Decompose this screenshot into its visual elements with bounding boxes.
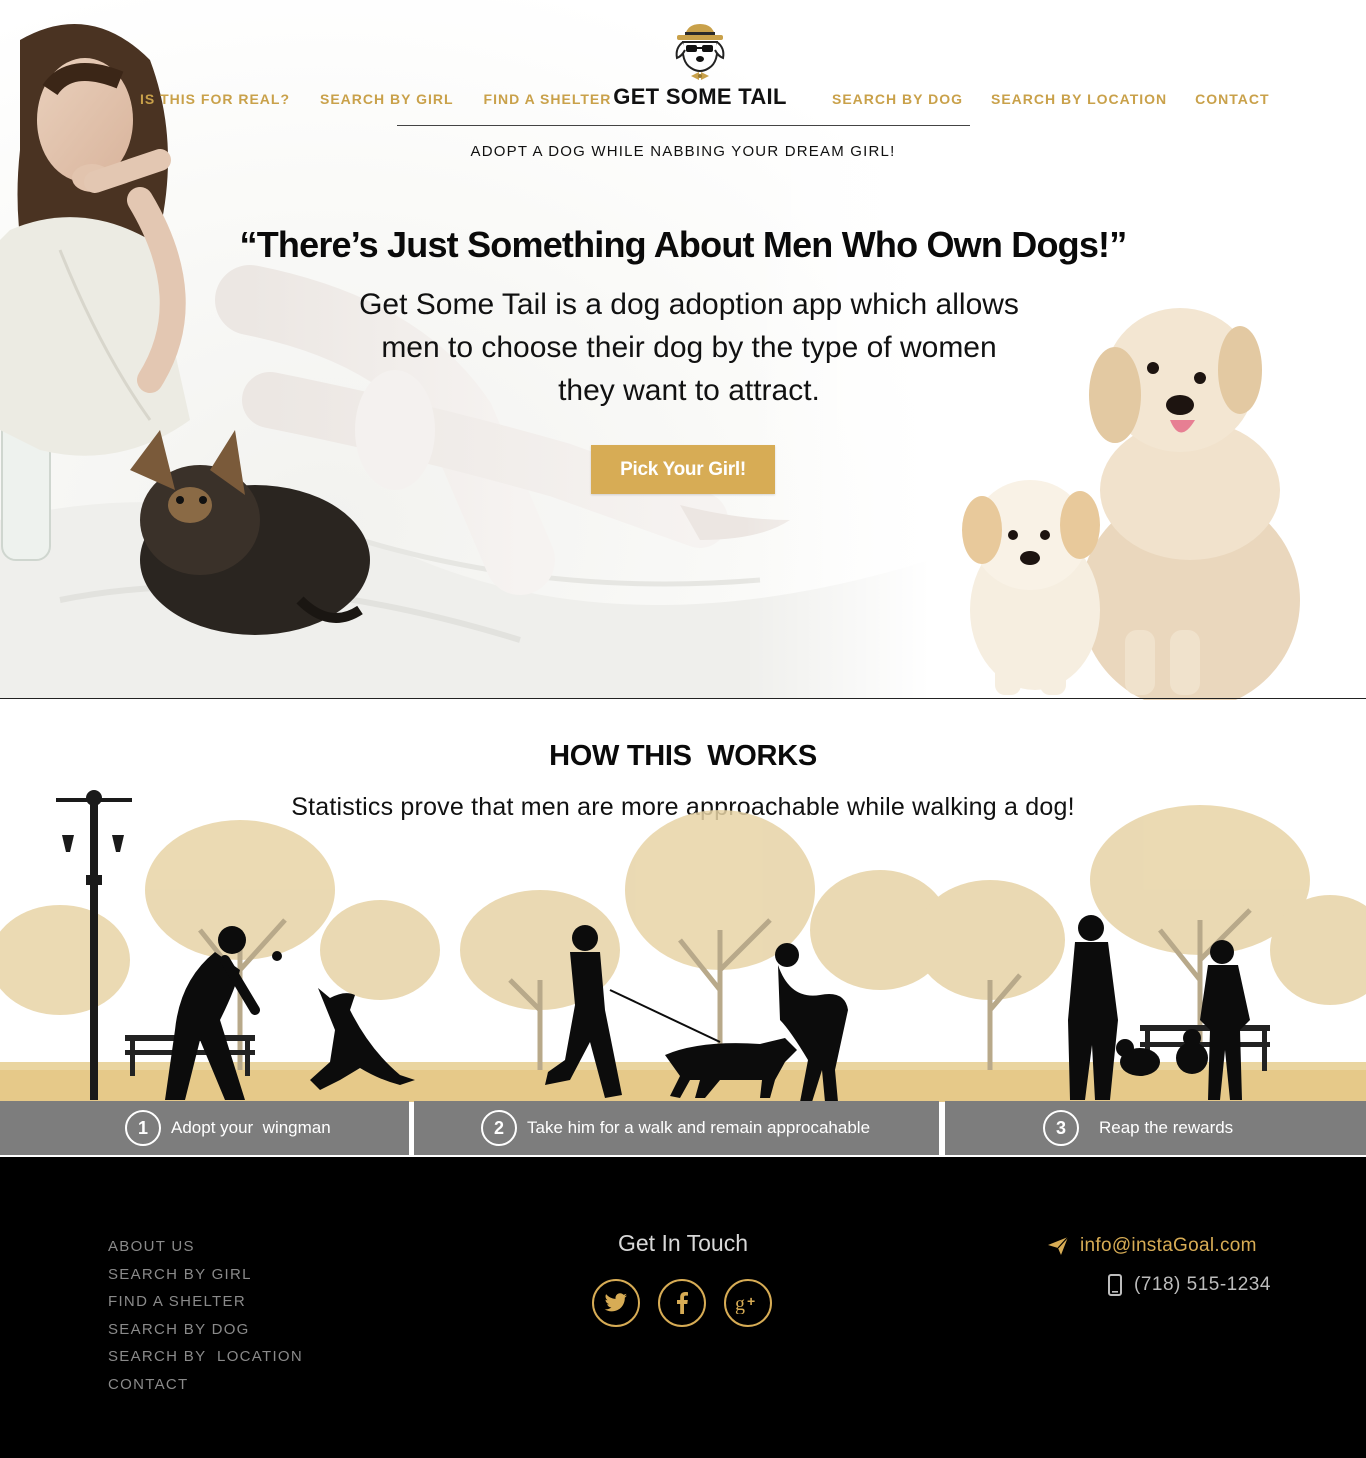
tagline: ADOPT A DOG WHILE NABBING YOUR DREAM GIR… (470, 143, 896, 160)
step-3-label: Reap the rewards (1099, 1118, 1234, 1137)
how-it-works-title: HOW THIS WORKS (549, 740, 817, 772)
contact-phone-row: (718) 515-1234 (1108, 1274, 1271, 1296)
social-links: g + (592, 1279, 772, 1327)
footer-link-about-us[interactable]: ABOUT US (108, 1237, 303, 1265)
brand-name[interactable]: GET SOME TAIL (600, 84, 800, 110)
contact-email-row[interactable]: info@instaGoal.com (1048, 1235, 1257, 1257)
footer-link-search-by-dog[interactable]: SEARCH BY DOG (108, 1320, 303, 1348)
step-1-number: 1 (125, 1110, 161, 1146)
hero-section: IS THIS FOR REAL? SEARCH BY GIRL FIND A … (0, 0, 1366, 700)
footer-links: ABOUT US SEARCH BY GIRL FIND A SHELTER S… (108, 1237, 303, 1403)
primary-nav-left: IS THIS FOR REAL? SEARCH BY GIRL FIND A … (140, 88, 611, 110)
mobile-phone-icon (1108, 1274, 1122, 1296)
svg-text:+: + (747, 1293, 755, 1309)
hero-intro: Get Some Tail is a dog adoption app whic… (359, 288, 1019, 407)
step-2-number: 2 (481, 1110, 517, 1146)
nav-search-by-girl[interactable]: SEARCH BY GIRL (320, 91, 454, 107)
facebook-icon[interactable] (658, 1279, 706, 1327)
hero-headline: “There’s Just Something About Men Who Ow… (239, 224, 1128, 265)
pick-your-girl-button[interactable]: Pick Your Girl! (591, 445, 775, 494)
nav-search-by-location[interactable]: SEARCH BY LOCATION (991, 91, 1167, 107)
step-2: 2 Take him for a walk and remain approca… (414, 1101, 939, 1155)
footer-link-contact[interactable]: CONTACT (108, 1375, 303, 1403)
footer-link-search-by-location[interactable]: SEARCH BY LOCATION (108, 1347, 303, 1375)
site-footer: ABOUT US SEARCH BY GIRL FIND A SHELTER S… (0, 1157, 1366, 1458)
contact-phone: (718) 515-1234 (1134, 1274, 1271, 1295)
contact-email[interactable]: info@instaGoal.com (1080, 1235, 1257, 1257)
dog-with-hat-icon[interactable] (669, 18, 731, 82)
step-3-number: 3 (1043, 1110, 1079, 1146)
how-it-works-steps: 1 Adopt your wingman 2 Take him for a wa… (0, 1101, 1366, 1155)
send-icon (1048, 1237, 1068, 1255)
step-3: 3 Reap the rewards (945, 1101, 1366, 1155)
park-silhouettes-illustration (0, 790, 1366, 1102)
twitter-icon[interactable] (592, 1279, 640, 1327)
hero-divider (0, 698, 1366, 699)
nav-contact[interactable]: CONTACT (1195, 91, 1269, 107)
step-1: 1 Adopt your wingman (0, 1101, 409, 1155)
nav-search-by-dog[interactable]: SEARCH BY DOG (832, 91, 963, 107)
primary-nav-right: SEARCH BY DOG SEARCH BY LOCATION CONTACT (832, 88, 1270, 110)
footer-link-search-by-girl[interactable]: SEARCH BY GIRL (108, 1265, 303, 1293)
get-in-touch-title: Get In Touch (618, 1230, 748, 1256)
svg-text:g: g (735, 1293, 745, 1314)
nav-find-a-shelter[interactable]: FIND A SHELTER (484, 91, 612, 107)
google-plus-icon[interactable]: g + (724, 1279, 772, 1327)
header-divider (397, 125, 970, 126)
footer-link-find-a-shelter[interactable]: FIND A SHELTER (108, 1292, 303, 1320)
step-2-label: Take him for a walk and remain approcaha… (527, 1118, 871, 1137)
step-1-label: Adopt your wingman (171, 1118, 331, 1137)
nav-is-this-for-real[interactable]: IS THIS FOR REAL? (140, 91, 290, 107)
